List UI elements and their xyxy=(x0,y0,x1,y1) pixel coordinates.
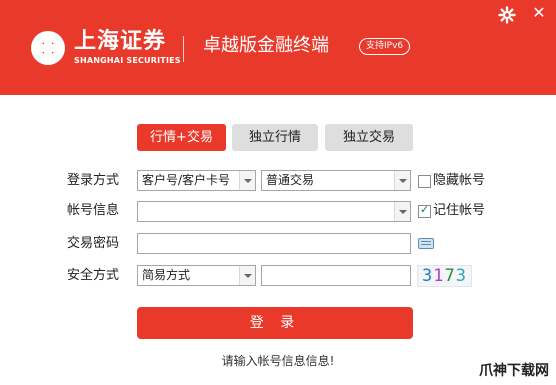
captcha-image[interactable]: 3173 xyxy=(417,265,472,287)
account-info-label: 帐号信息 xyxy=(67,203,120,218)
hide-account-label: 隐藏帐号 xyxy=(433,173,486,188)
close-icon[interactable]: ✕ xyxy=(529,3,549,23)
header-banner: 上海证券 SHANGHAI SECURITIES 卓越版金融终端 支持IPv6 … xyxy=(0,0,556,95)
brand-name: 上海证券 xyxy=(74,29,167,54)
checkmark-icon: ✓ xyxy=(420,203,430,216)
verification-code-input[interactable] xyxy=(261,265,411,286)
chevron-down-icon[interactable] xyxy=(239,171,255,190)
captcha-char: 3 xyxy=(455,266,467,286)
security-method-select[interactable]: 简易方式 xyxy=(137,265,256,286)
header-divider xyxy=(183,36,184,62)
gear-icon[interactable] xyxy=(498,6,516,24)
chevron-down-icon[interactable] xyxy=(394,202,410,221)
captcha-char: 7 xyxy=(444,266,456,286)
account-type-value: 客户号/客户卡号 xyxy=(142,173,231,187)
trade-type-value: 普通交易 xyxy=(266,173,315,187)
brand-name-english: SHANGHAI SECURITIES xyxy=(74,56,181,65)
account-input[interactable] xyxy=(137,201,411,222)
tab-quote-and-trade[interactable]: 行情+交易 xyxy=(137,124,226,151)
captcha-char: 1 xyxy=(433,266,445,286)
chevron-down-icon[interactable] xyxy=(394,171,410,190)
remember-account-checkbox[interactable]: ✓ xyxy=(418,203,431,218)
login-method-label: 登录方式 xyxy=(67,173,120,188)
login-button[interactable]: 登 录 xyxy=(137,307,413,339)
captcha-char: 3 xyxy=(422,266,434,286)
ipv6-badge: 支持IPv6 xyxy=(359,38,411,55)
tab-trade-only[interactable]: 独立交易 xyxy=(325,124,413,151)
trade-type-select[interactable]: 普通交易 xyxy=(261,170,411,191)
password-input[interactable] xyxy=(137,233,411,254)
security-method-label: 安全方式 xyxy=(67,268,120,283)
tab-quote-only[interactable]: 独立行情 xyxy=(232,124,318,151)
chevron-down-icon[interactable] xyxy=(239,266,255,285)
hide-account-checkbox[interactable] xyxy=(418,175,431,188)
shanghai-securities-logo-icon xyxy=(31,31,65,65)
security-method-value: 简易方式 xyxy=(142,268,191,282)
keyboard-icon[interactable] xyxy=(418,238,434,249)
watermark: 爪神下载网 xyxy=(474,360,554,382)
status-hint: 请输入帐号信息信息! xyxy=(221,354,335,368)
account-type-select[interactable]: 客户号/客户卡号 xyxy=(137,170,256,191)
trade-password-label: 交易密码 xyxy=(67,236,120,251)
remember-account-label: 记住帐号 xyxy=(433,203,486,218)
edition-title: 卓越版金融终端 xyxy=(203,35,329,56)
